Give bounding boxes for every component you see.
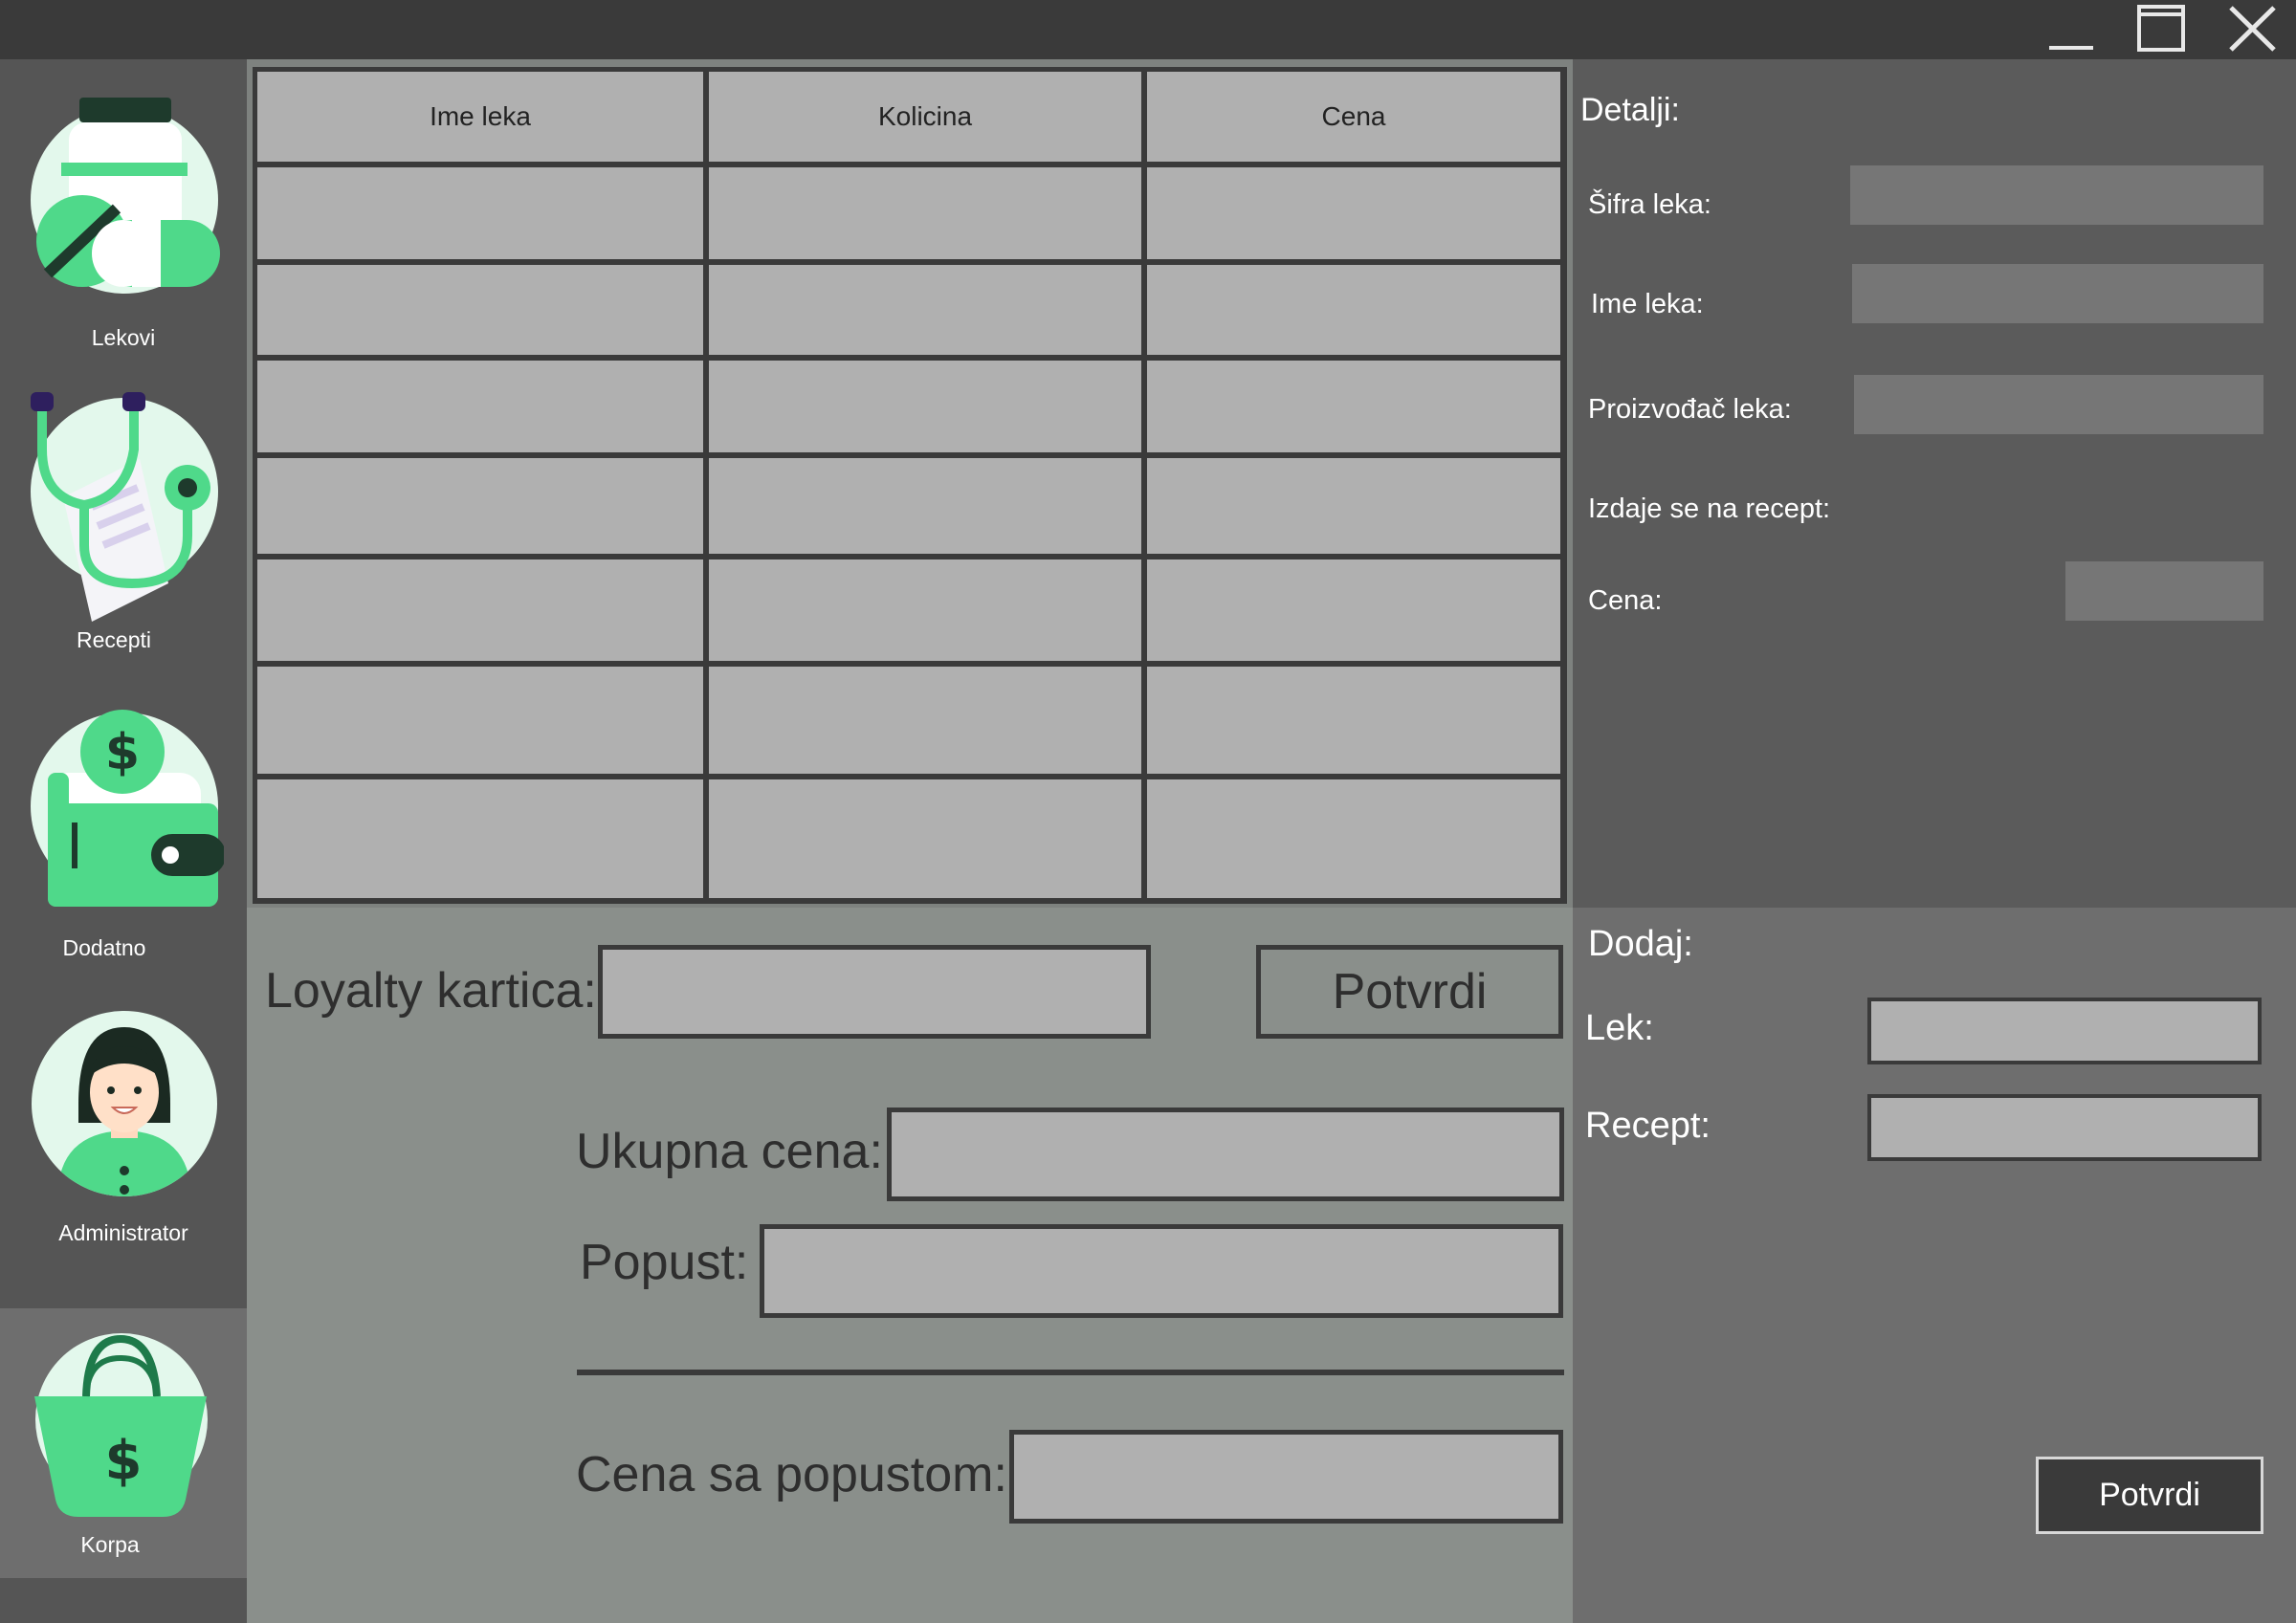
sidebar-item-label: Recepti (77, 627, 151, 652)
discount-field[interactable] (760, 1224, 1563, 1318)
shopping-bag-icon: $ (34, 1333, 208, 1517)
add-title: Dodaj: (1588, 924, 1693, 964)
table-cell[interactable] (257, 667, 703, 774)
prescription-label: Recept: (1585, 1106, 1711, 1146)
table-cell[interactable] (709, 559, 1141, 661)
sidebar-item-label: Korpa (80, 1532, 140, 1557)
drug-name-field[interactable] (1852, 264, 2263, 323)
table-cell[interactable] (257, 559, 703, 661)
minimize-icon[interactable] (2028, 0, 2114, 59)
table-cell[interactable] (709, 458, 1141, 554)
sidebar-item-label: Administrator (58, 1220, 188, 1245)
table-cell[interactable] (709, 779, 1141, 898)
total-price-field[interactable] (887, 1108, 1564, 1201)
drug-label: Lek: (1585, 1008, 1654, 1048)
discount-label: Popust: (580, 1235, 749, 1290)
column-header[interactable]: Ime leka (257, 72, 703, 162)
stethoscope-prescription-icon (31, 392, 218, 622)
maximize-icon[interactable] (2119, 0, 2205, 59)
svg-text:$: $ (105, 724, 140, 781)
add-prescription-input[interactable] (1867, 1094, 2262, 1161)
sidebar-item-dodatno[interactable]: $ Dodatno (0, 669, 247, 974)
manufacturer-label: Proizvođač leka: (1588, 394, 1792, 425)
svg-text:$: $ (105, 1430, 143, 1492)
close-icon[interactable] (2205, 0, 2291, 59)
loyalty-label: Loyalty kartica: (265, 963, 597, 1019)
sidebar-item-lekovi[interactable]: Lekovi (0, 59, 247, 363)
table-cell[interactable] (709, 361, 1141, 452)
table-cell[interactable] (257, 167, 703, 259)
table-cell[interactable] (1147, 265, 1560, 355)
table-cell[interactable] (257, 361, 703, 452)
prescription-required-label: Izdaje se na recept: (1588, 493, 1831, 524)
add-confirm-button[interactable]: Potvrdi (2036, 1457, 2263, 1534)
sidebar-item-label: Lekovi (91, 325, 156, 350)
add-drug-input[interactable] (1867, 998, 2262, 1064)
divider (577, 1370, 1564, 1375)
code-label: Šifra leka: (1588, 189, 1711, 220)
loyalty-confirm-button[interactable]: Potvrdi (1256, 945, 1563, 1039)
drug-code-field[interactable] (1850, 165, 2263, 225)
table-cell[interactable] (709, 667, 1141, 774)
price-label: Cena: (1588, 585, 1663, 616)
sidebar-item-korpa[interactable]: $ Korpa (0, 1308, 247, 1578)
table-cell[interactable] (1147, 779, 1560, 898)
cart-table[interactable]: Ime leka Kolicina Cena (253, 67, 1567, 904)
table-cell[interactable] (1147, 361, 1560, 452)
admin-avatar-icon (32, 1011, 217, 1196)
manufacturer-field[interactable] (1854, 375, 2263, 434)
column-header[interactable]: Kolicina (709, 72, 1141, 162)
table-cell[interactable] (1147, 559, 1560, 661)
table-cell[interactable] (257, 458, 703, 554)
sidebar-item-label: Dodatno (62, 935, 146, 960)
sidebar-item-administrator[interactable]: Administrator (0, 974, 247, 1308)
column-header[interactable]: Cena (1147, 72, 1560, 162)
table-cell[interactable] (257, 779, 703, 898)
total-price-label: Ukupna cena: (576, 1124, 883, 1179)
name-label: Ime leka: (1591, 289, 1704, 319)
loyalty-card-input[interactable] (598, 945, 1151, 1039)
table-cell[interactable] (1147, 667, 1560, 774)
sidebar-item-recepti[interactable]: Recepti (0, 363, 247, 669)
table-cell[interactable] (257, 265, 703, 355)
discounted-price-field[interactable] (1009, 1430, 1563, 1524)
wallet-coin-icon: $ (31, 710, 224, 907)
price-field[interactable] (2065, 561, 2263, 621)
pills-icon (31, 98, 220, 294)
table-cell[interactable] (709, 265, 1141, 355)
table-cell[interactable] (709, 167, 1141, 259)
details-title: Detalji: (1580, 92, 1680, 128)
table-cell[interactable] (1147, 167, 1560, 259)
table-cell[interactable] (1147, 458, 1560, 554)
discounted-price-label: Cena sa popustom: (576, 1447, 1007, 1502)
title-bar (0, 0, 2296, 59)
